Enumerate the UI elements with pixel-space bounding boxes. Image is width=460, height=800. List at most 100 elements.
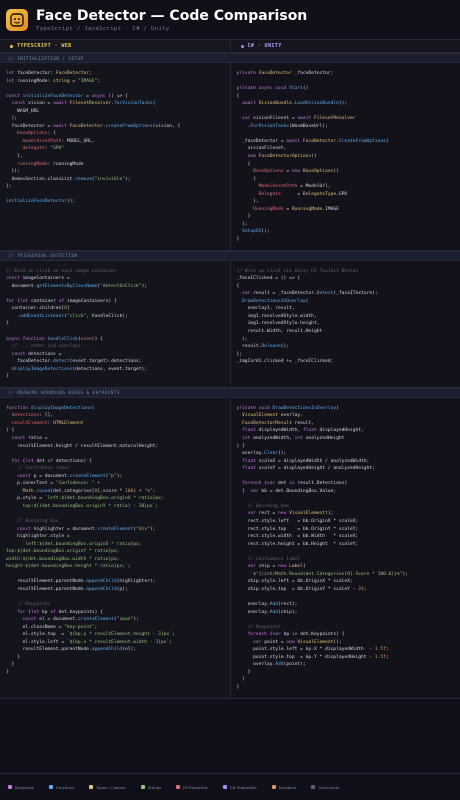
code-token: Detect (316, 291, 334, 297)
code-line: ) { (6, 427, 224, 435)
code-line: resultElement.parentNode.appendChild(p); (6, 586, 224, 594)
code-line: FaceDetectorResult result, (237, 420, 455, 428)
typescript-column-label: TYPESCRIPT · WEB (17, 43, 72, 49)
code-line: initializeFaceDetector(); (6, 198, 224, 206)
code-token: = (69, 78, 78, 84)
code-line: ); (237, 221, 455, 229)
code-token: var (266, 481, 279, 487)
code-token: }; (236, 351, 243, 357)
code-token: Math (22, 488, 34, 494)
code-token: "p" (108, 473, 117, 479)
code-line: { (237, 93, 455, 101)
code-token: overlay. (236, 451, 265, 457)
code-token: { (236, 176, 256, 182)
code-token: "%" (144, 488, 153, 494)
code-token: ModelAssetPath (258, 184, 298, 190)
code-line: baseOptions: { (6, 130, 224, 138)
code-line: ) { (237, 443, 455, 451)
code-token: foreach (247, 632, 270, 638)
code-token: "detectOnClick" (100, 283, 142, 289)
code-token: detections = (28, 351, 62, 357)
code-token: (); (280, 344, 290, 350)
code-token: private async void (236, 86, 290, 92)
code-token: = (83, 93, 92, 99)
legend-label: Numbers (278, 784, 297, 790)
code-token: } (6, 321, 9, 327)
code-token: await (242, 101, 259, 107)
code-token: detections (11, 413, 40, 419)
code-line: var point = new VisualElement(); (237, 639, 455, 647)
code-token: = ModelUrl, (297, 184, 331, 190)
code-token: let (19, 298, 31, 304)
code-token: new (291, 169, 303, 175)
code-token: container (30, 298, 59, 304)
code-token: el.style.left = (6, 639, 67, 645)
code-token: `left:${det.boundingBox.originX * ratio}… (6, 541, 142, 547)
code-token: "span" (116, 617, 134, 623)
legend-swatch-icon (176, 785, 181, 789)
code-token: height:${det.boundingBox.height * ratio}… (6, 564, 128, 570)
code-token: Release (261, 344, 281, 350)
code-token: detect (53, 359, 70, 365)
code-line: overlay1, result, (237, 305, 455, 313)
code-token: _imgCard1.clicked += _faceIClicked; (236, 359, 334, 365)
code-token: runningMode (17, 161, 48, 167)
code-token: "key-point" (64, 624, 95, 630)
code-token: remove (75, 176, 92, 182)
legend-swatch-icon (89, 785, 94, 789)
code-line: rect.style.width = bb.Width * scaleX; (237, 533, 455, 541)
code-token: resultElement (11, 420, 48, 426)
code-sections: // INITIALIZATION / SETUP let faceDetecto… (0, 53, 460, 699)
csharp-column-label: C# · UNITY (247, 43, 282, 49)
code-token: int (242, 435, 254, 441)
code-token: createElement (69, 473, 106, 479)
code-token: rect.style.top = bb.OriginY * scaleY; (236, 526, 359, 532)
code-line: await VisionBundle.LoadVisionBundle(); (237, 100, 455, 108)
code-token: overlay. (236, 609, 270, 615)
code-line: // Keypoints (6, 601, 224, 609)
code-token: SetupUI (242, 229, 262, 235)
code-token: result. (236, 344, 262, 350)
code-token: } (236, 677, 245, 683)
code-token: = (283, 169, 292, 175)
code-line: const el = document.createElement("span"… (6, 616, 224, 624)
code-token: createElement (97, 526, 134, 532)
code-token: displayedHeight, (319, 428, 364, 434)
legend-item: Functions (48, 784, 75, 790)
code-token: img1.resolvedStyle.width, (236, 313, 317, 319)
code-line: var visionFileset = await FilesetResolve… (237, 115, 455, 123)
code-line: { (237, 161, 455, 169)
code-line: visionFileset, (237, 145, 455, 153)
code-line: _faceIClicked = () => { (237, 275, 455, 283)
legend-item: C# Properties (222, 785, 257, 790)
code-token: , handleClick); (86, 313, 128, 319)
code-token: `left:${det.boundingBox.originX * ratio}… (44, 496, 164, 502)
code-token: (WasmBaseUrl); (289, 123, 328, 129)
legend-label: Comments (318, 784, 340, 790)
code-token: ; (155, 503, 159, 509)
code-line: } (237, 213, 455, 221)
legend-item: Numbers (271, 784, 297, 790)
code-token: . (236, 123, 251, 129)
code-token: }, (6, 154, 23, 160)
code-line: rect.style.top = bb.OriginY * scaleY; (237, 526, 455, 534)
code-token: + (94, 481, 101, 487)
legend-label: Functions (55, 784, 75, 790)
code-token: in (291, 632, 301, 638)
code-token: FaceDetector (55, 71, 90, 76)
code-token: } (6, 669, 9, 675)
code-token: () (311, 154, 317, 160)
code-token: ( (336, 405, 339, 411)
csharp-code-pane: // Wire up click via Unity UI Toolkit Bu… (230, 260, 460, 387)
code-token: overlay1, result, (236, 306, 295, 312)
code-token: : runningMode (47, 161, 84, 167)
code-token: faceDetector = (6, 123, 54, 129)
code-token: Delegate (258, 191, 281, 197)
